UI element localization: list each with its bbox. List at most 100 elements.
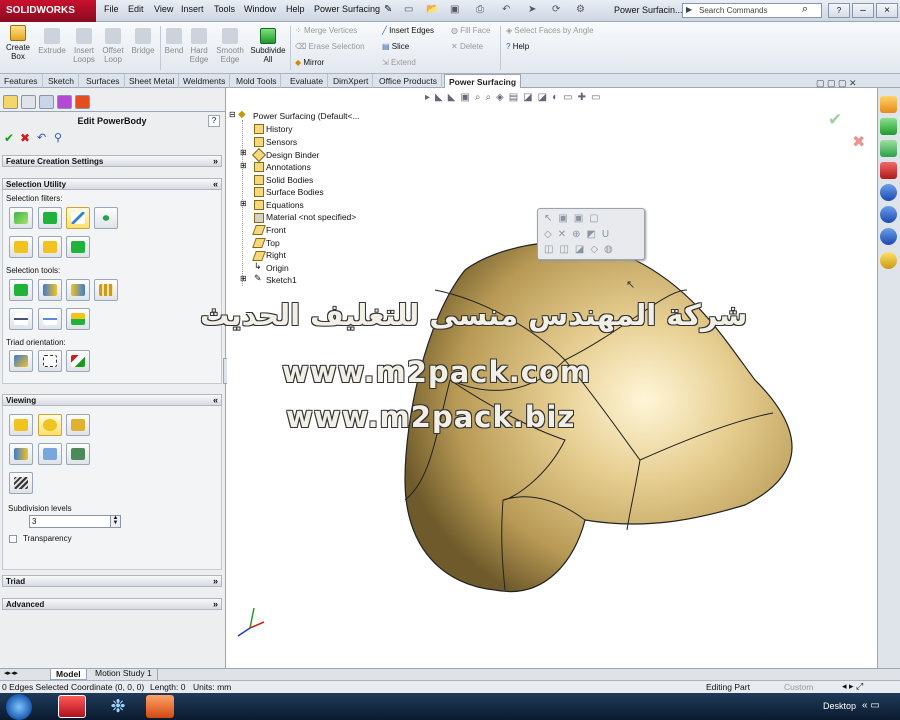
create-box-button[interactable]: Create Box — [4, 25, 32, 61]
solidworks-logo[interactable]: SOLIDWORKS — [0, 0, 96, 22]
search-results-icon[interactable] — [880, 162, 897, 179]
tree-item-surface-bodies[interactable]: Surface Bodies — [266, 186, 324, 198]
view-points-button[interactable] — [66, 443, 90, 465]
rebuild-icon[interactable]: ⟳ — [552, 4, 560, 15]
taskbar-powerpoint-icon[interactable] — [146, 695, 174, 718]
print-icon[interactable]: ⎙ — [476, 4, 484, 15]
triad-global-button[interactable] — [9, 350, 33, 372]
view-cage-button[interactable] — [9, 414, 33, 436]
grow-selection-button[interactable] — [38, 279, 62, 301]
viewing-header[interactable]: Viewing « — [2, 394, 222, 406]
search-input[interactable]: Search Commands — [682, 3, 822, 18]
resources-icon[interactable] — [880, 96, 897, 113]
feature-creation-settings-header[interactable]: Feature Creation Settings» — [2, 155, 222, 167]
erase-selection-button[interactable]: ⌫ Erase Selection — [295, 42, 365, 52]
tab-features[interactable]: Features — [0, 74, 43, 88]
slice-button[interactable]: ▤ Slice — [382, 42, 409, 52]
tree-collapse-icon[interactable]: ⊟ — [229, 110, 236, 119]
tab-sheet-metal[interactable]: Sheet Metal — [125, 74, 180, 88]
menu-help[interactable]: Help — [286, 4, 305, 14]
restore-view-icon[interactable]: ▢ ▢ ▢ ✕ — [816, 78, 857, 89]
extrude-button[interactable]: Extrude — [38, 28, 66, 55]
confirm-check-icon[interactable]: ✔ — [828, 110, 842, 130]
status-icons[interactable]: ◂ ▸ ⤢ — [842, 681, 863, 692]
property-manager-tab-icon[interactable] — [21, 95, 36, 109]
advanced-header[interactable]: Advanced» — [2, 598, 222, 610]
tree-item-front[interactable]: Front — [266, 224, 286, 236]
menu-edit[interactable]: Edit — [128, 4, 144, 14]
subdivide-all-button[interactable]: Subdivide All — [249, 28, 287, 64]
subdivision-levels-spinner[interactable]: 3 — [29, 515, 121, 528]
select-faces-by-angle-button[interactable]: ◈ Select Faces by Angle — [506, 26, 594, 36]
pushpin-icon[interactable]: ⚲ — [54, 131, 62, 144]
tab-mold-tools[interactable]: Mold Tools — [232, 74, 282, 88]
tree-item-top[interactable]: Top — [266, 237, 280, 249]
offset-loop-button[interactable]: Offset Loop — [100, 28, 126, 64]
file-explorer-icon[interactable] — [880, 140, 897, 157]
tab-sketch[interactable]: Sketch — [44, 74, 79, 88]
filter-face-button[interactable] — [38, 207, 62, 229]
tab-motion-study[interactable]: Motion Study 1 — [90, 668, 158, 680]
custom-properties-icon[interactable] — [880, 228, 897, 245]
selection-utility-header[interactable]: Selection Utility « — [2, 178, 222, 190]
open-icon[interactable]: 📂 — [426, 4, 438, 15]
design-library-icon[interactable] — [880, 118, 897, 135]
tab-evaluate[interactable]: Evaluate — [286, 74, 329, 88]
tree-expand-icon[interactable]: ⊞ — [240, 148, 247, 157]
tree-item-equations[interactable]: Equations — [266, 199, 304, 211]
delete-button[interactable]: ✕ Delete — [451, 42, 483, 52]
tree-expand-icon[interactable]: ⊞ — [240, 199, 247, 208]
heads-up-view-toolbar[interactable]: ▸◣◣▣⌕⌕◈▤◪◪◐▭✚▭ — [425, 92, 715, 106]
tree-expand-icon[interactable]: ⊞ — [240, 274, 247, 283]
shrink-selection-button[interactable] — [9, 308, 33, 330]
status-custom-units[interactable]: Custom — [784, 682, 813, 692]
menu-file[interactable]: File — [104, 4, 119, 14]
triad-local-button[interactable] — [38, 350, 62, 372]
menu-power-surfacing[interactable]: Power Surfacing — [314, 4, 380, 14]
view-palette-icon[interactable] — [880, 184, 897, 201]
taskbar-solidworks-icon[interactable] — [58, 695, 86, 718]
insert-loops-button[interactable]: Insert Loops — [70, 28, 98, 64]
filter-points-button[interactable] — [94, 207, 118, 229]
tree-item-solid-bodies[interactable]: Solid Bodies — [266, 174, 313, 186]
menu-insert[interactable]: Insert — [181, 4, 204, 14]
filter-edge-button[interactable] — [66, 207, 90, 229]
tree-item-history[interactable]: History — [266, 123, 292, 135]
help-menu-icon[interactable]: ? — [828, 3, 850, 18]
transparency-checkbox[interactable] — [9, 535, 17, 543]
view-edges-button[interactable] — [9, 443, 33, 465]
tree-item-origin[interactable]: Origin — [266, 262, 289, 274]
invert-selection-button[interactable] — [38, 308, 62, 330]
select-icon[interactable]: ➤ — [528, 4, 536, 15]
filter-body-button[interactable] — [9, 236, 33, 258]
mirror-button[interactable]: ◆ Mirror — [295, 58, 324, 68]
context-toolbar-row3-icons[interactable]: ◫◫◪◇◍ — [544, 244, 619, 255]
start-button-icon[interactable] — [6, 694, 32, 720]
merge-vertices-button[interactable]: ⁘ Merge Vertices — [295, 26, 357, 36]
tree-item-sensors[interactable]: Sensors — [266, 136, 297, 148]
tree-item-material[interactable]: Material <not specified> — [266, 211, 356, 223]
menu-view[interactable]: View — [154, 4, 173, 14]
spinner-arrows-icon[interactable]: ▲ ▼ — [110, 515, 120, 527]
minimize-icon[interactable]: – — [852, 3, 874, 18]
undo-pm-icon[interactable]: ↶ — [37, 131, 46, 144]
options-icon[interactable]: ⚙ — [576, 4, 585, 15]
forum-icon[interactable] — [880, 252, 897, 269]
select-ring-button[interactable] — [94, 279, 118, 301]
ok-check-icon[interactable]: ✔ — [4, 131, 14, 145]
display-manager-tab-icon[interactable] — [75, 95, 90, 109]
appearances-icon[interactable] — [880, 206, 897, 223]
configuration-manager-tab-icon[interactable] — [39, 95, 54, 109]
dimxpert-tab-icon[interactable] — [57, 95, 72, 109]
triad-axes-button[interactable] — [66, 350, 90, 372]
tab-office-products[interactable]: Office Products — [375, 74, 442, 88]
new-icon[interactable]: ▭ — [404, 4, 413, 15]
smooth-edge-button[interactable]: Smooth Edge — [214, 28, 246, 64]
search-icon[interactable]: ⌕ — [802, 3, 808, 16]
view-both-button[interactable] — [66, 414, 90, 436]
pin-icon[interactable]: ✎ — [384, 4, 392, 15]
bridge-button[interactable]: Bridge — [130, 28, 156, 55]
filter-loop-button[interactable] — [38, 236, 62, 258]
insert-edges-button[interactable]: ╱ Insert Edges — [382, 26, 434, 36]
close-window-icon[interactable]: × — [876, 3, 898, 18]
